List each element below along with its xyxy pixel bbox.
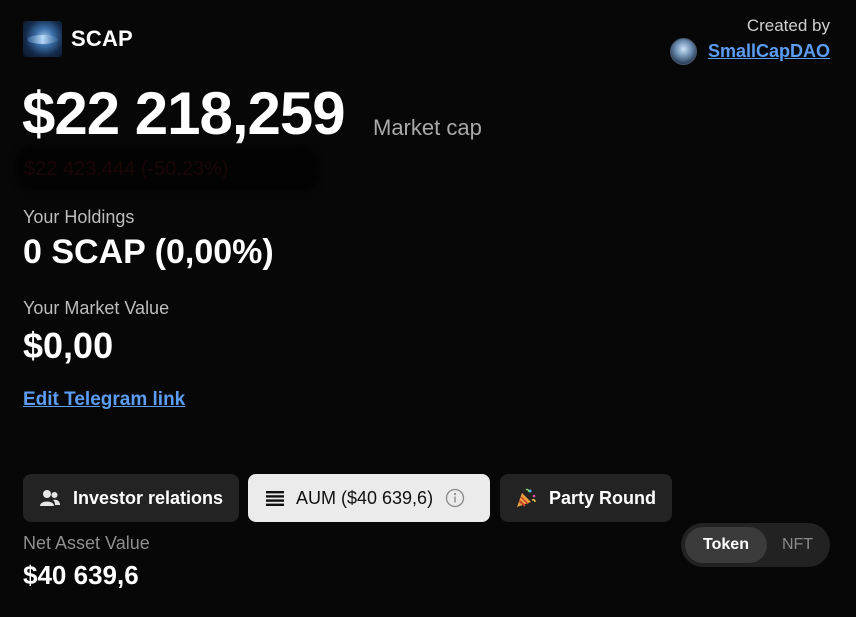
holdings-label: Your Holdings xyxy=(23,207,135,227)
info-icon[interactable] xyxy=(445,488,465,508)
market-cap-value: $22 218,259 xyxy=(22,80,346,147)
tab-label: Party Round xyxy=(549,487,657,508)
toggle-token[interactable]: Token xyxy=(685,527,767,563)
toggle-nft[interactable]: NFT xyxy=(769,527,826,563)
creator-link[interactable]: SmallCapDAO xyxy=(708,41,830,62)
market-value-value: $0,00 xyxy=(23,325,114,366)
creator-avatar-image[interactable] xyxy=(669,38,697,65)
market-cap-label: Market cap xyxy=(373,115,482,140)
tab-aum[interactable]: AUM ($40 639,6) xyxy=(248,474,490,522)
tab-party-round[interactable]: Party Round xyxy=(500,474,672,522)
tab-label: AUM ($40 639,6) xyxy=(296,487,434,508)
party-popper-icon xyxy=(515,487,537,509)
market-value-label: Your Market Value xyxy=(23,298,170,318)
users-icon xyxy=(39,489,61,507)
list-icon xyxy=(266,490,284,506)
tab-label: Investor relations xyxy=(73,487,224,508)
net-asset-value: $40 639,6 xyxy=(23,560,139,590)
created-by-label: Created by xyxy=(746,16,830,35)
holdings-value: 0 SCAP (0,00%) xyxy=(23,233,274,271)
token-nft-toggle[interactable]: Token NFT xyxy=(681,523,830,567)
token-name: SCAP xyxy=(71,26,133,51)
creator[interactable]: SmallCapDAO xyxy=(669,38,830,65)
net-asset-value-label: Net Asset Value xyxy=(23,533,150,553)
tab-investor-relations[interactable]: Investor relations xyxy=(23,474,239,522)
token-page: SCAP Created by SmallCapDAO $22 218,259 … xyxy=(0,0,856,617)
token-logo-image xyxy=(23,21,62,57)
market-cap-change: $22 423,444 (-50,23%) xyxy=(24,158,229,180)
edit-telegram-link[interactable]: Edit Telegram link xyxy=(23,389,185,411)
